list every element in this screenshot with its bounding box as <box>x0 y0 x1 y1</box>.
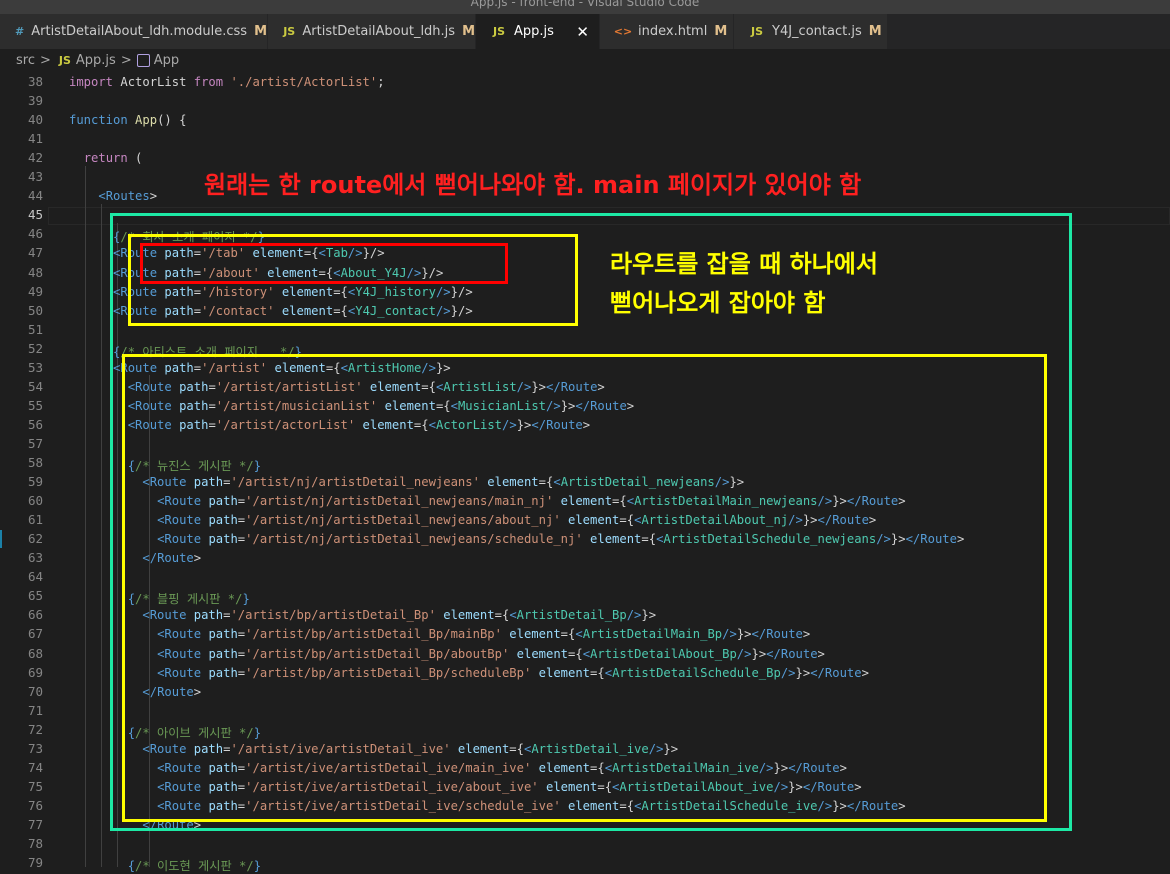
window-titlebar: App.js - front-end - Visual Studio Code <box>0 0 1170 14</box>
code-line[interactable]: <Routes> <box>69 189 157 203</box>
line-number: 67 <box>27 626 43 642</box>
css-file-icon: # <box>15 25 25 38</box>
tab-artistdetailabout-css[interactable]: # ArtistDetailAbout_ldh.module.css M <box>0 14 268 49</box>
tab-label: ArtistDetailAbout_ldh.js <box>302 24 456 39</box>
modified-badge: M <box>254 24 267 39</box>
tab-label: App.js <box>514 24 554 39</box>
close-icon[interactable]: ✕ <box>576 23 589 41</box>
tab-label: index.html <box>638 24 708 39</box>
modified-badge: M <box>714 24 728 39</box>
tab-y4j-contact-js[interactable]: JS Y4J_contact.js M <box>734 14 888 49</box>
line-number: 51 <box>27 321 43 337</box>
line-number: 55 <box>27 397 43 413</box>
line-number: 79 <box>27 855 43 871</box>
line-number: 57 <box>27 435 43 451</box>
tab-index-html[interactable]: <> index.html M <box>600 14 734 49</box>
annotation-top-note: 원래는 한 route에서 뻗어나와야 함. main 페이지가 있어야 함 <box>204 171 862 199</box>
code-line[interactable]: function App() { <box>69 113 186 127</box>
line-number: 49 <box>27 283 43 299</box>
line-number: 38 <box>27 74 43 89</box>
line-number: 59 <box>27 474 43 490</box>
line-number: 42 <box>27 150 43 166</box>
line-number: 40 <box>27 112 43 128</box>
symbol-cube-icon <box>136 53 150 67</box>
line-number: 70 <box>27 683 43 699</box>
line-number: 77 <box>27 816 43 832</box>
line-number: 56 <box>27 416 43 432</box>
line-number: 62 <box>27 531 43 547</box>
line-number: 75 <box>27 778 43 794</box>
line-number: 58 <box>27 455 43 470</box>
breadcrumb-symbol[interactable]: App <box>154 53 179 68</box>
line-number: 69 <box>27 664 43 680</box>
tab-app-js[interactable]: JS App.js ✕ <box>476 14 600 49</box>
line-number: 71 <box>27 702 43 718</box>
js-file-icon: JS <box>58 53 71 67</box>
line-number: 66 <box>27 607 43 623</box>
line-number: 64 <box>27 569 43 585</box>
line-number: 47 <box>27 245 43 261</box>
tab-label: ArtistDetailAbout_ldh.module.css <box>31 24 248 39</box>
modified-badge: M <box>462 24 475 39</box>
breadcrumb-folder[interactable]: src <box>16 53 35 68</box>
line-number: 63 <box>27 550 43 566</box>
code-line[interactable]: import ActorList from './artist/ActorLis… <box>69 75 385 89</box>
js-file-icon: JS <box>492 25 505 38</box>
annotation-side-note-1: 라우트를 잡을 때 하나에서 <box>610 250 878 278</box>
code-line[interactable]: return ( <box>69 151 143 165</box>
red-annotation-box <box>140 243 508 284</box>
modified-badge: M <box>868 24 882 39</box>
breadcrumb: src > JS App.js > App <box>0 49 1170 71</box>
tab-label: Y4J_contact.js <box>772 24 862 39</box>
js-file-icon: JS <box>283 25 296 38</box>
line-number: 61 <box>27 512 43 528</box>
line-number: 46 <box>27 226 43 242</box>
line-number: 53 <box>27 359 43 375</box>
line-number: 73 <box>27 740 43 756</box>
line-number: 50 <box>27 302 43 318</box>
html-file-icon: <> <box>613 25 633 38</box>
line-number: 44 <box>27 188 43 204</box>
line-number: 48 <box>27 264 43 280</box>
line-number: 54 <box>27 378 43 394</box>
line-number: 41 <box>27 131 43 147</box>
line-number: 76 <box>27 797 43 813</box>
tab-artistdetailabout-js[interactable]: JS ArtistDetailAbout_ldh.js M <box>268 14 476 49</box>
line-number: 68 <box>27 645 43 661</box>
js-file-icon: JS <box>750 25 763 38</box>
line-number: 45 <box>27 207 43 223</box>
line-number: 60 <box>27 493 43 509</box>
line-number: 52 <box>27 340 43 356</box>
window-title: App.js - front-end - Visual Studio Code <box>470 0 700 9</box>
breadcrumb-file[interactable]: App.js <box>76 53 116 68</box>
line-number: 74 <box>27 759 43 775</box>
annotation-side-note-2: 뻗어나오게 잡아야 함 <box>610 289 826 317</box>
yellow-annotation-box-artist <box>122 354 1047 822</box>
code-editor[interactable]: 38 import ActorList from './artist/ActorL… <box>0 71 1170 873</box>
chevron-right-icon: > <box>39 52 51 68</box>
code-line[interactable]: {/* 이도현 게시판 */} <box>69 856 261 874</box>
line-number: 78 <box>27 836 43 851</box>
chevron-right-icon: > <box>120 52 132 68</box>
line-number: 72 <box>27 721 43 737</box>
line-number: 43 <box>27 169 43 185</box>
editor-tab-bar: # ArtistDetailAbout_ldh.module.css M JS … <box>0 14 1170 49</box>
line-number: 39 <box>27 93 43 109</box>
line-number: 65 <box>27 588 43 604</box>
